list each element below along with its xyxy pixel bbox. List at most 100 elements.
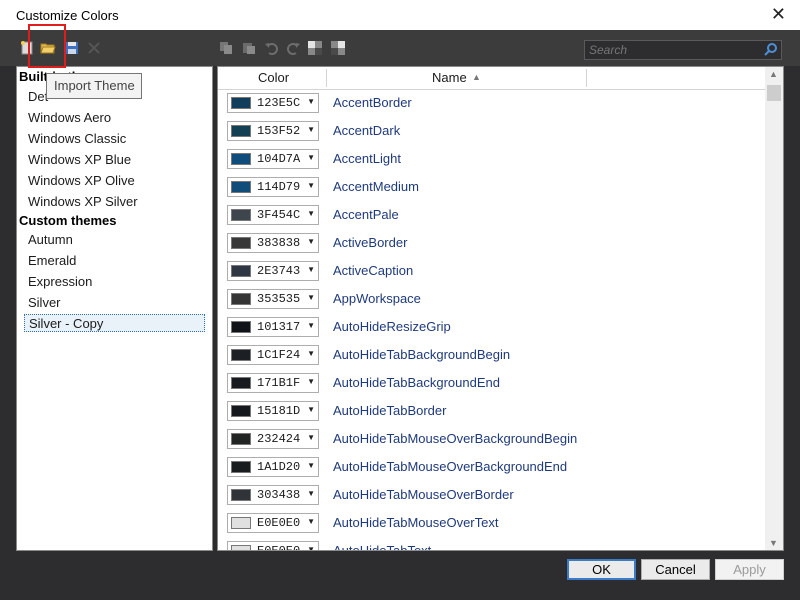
theme-item-expression[interactable]: Expression	[28, 274, 92, 289]
theme-item-windows-classic[interactable]: Windows Classic	[28, 131, 126, 146]
custom-themes-header: Custom themes	[19, 213, 117, 228]
undo-icon[interactable]	[263, 39, 281, 57]
table-row[interactable]: 104D7A ▼ AccentLight	[218, 145, 765, 173]
table-row[interactable]: 353535 ▼ AppWorkspace	[218, 285, 765, 313]
table-row[interactable]: 1C1F24 ▼ AutoHideTabBackgroundBegin	[218, 341, 765, 369]
chevron-down-icon[interactable]: ▼	[307, 377, 315, 386]
search-icon[interactable]	[764, 42, 778, 59]
chevron-down-icon[interactable]: ▼	[307, 237, 315, 246]
color-hex-value: 153F52	[257, 124, 301, 138]
table-row[interactable]: 3F454C ▼ AccentPale	[218, 201, 765, 229]
color-picker-dropdown[interactable]: 303438 ▼	[227, 485, 319, 505]
column-divider[interactable]	[586, 69, 587, 87]
theme-item-emerald[interactable]: Emerald	[28, 253, 76, 268]
name-column-header[interactable]: Name	[432, 70, 467, 85]
dark-layout-icon[interactable]	[306, 39, 324, 57]
color-picker-dropdown[interactable]: 114D79 ▼	[227, 177, 319, 197]
theme-item-windows-aero[interactable]: Windows Aero	[28, 110, 111, 125]
copy-icon[interactable]	[217, 39, 235, 57]
theme-item-windows-xp-silver[interactable]: Windows XP Silver	[28, 194, 138, 209]
chevron-down-icon[interactable]: ▼	[307, 265, 315, 274]
theme-item-windows-xp-olive[interactable]: Windows XP Olive	[28, 173, 135, 188]
color-hex-value: E0E0E0	[257, 544, 301, 551]
table-header: Color Name ▲	[218, 67, 765, 90]
color-picker-dropdown[interactable]: 2E3743 ▼	[227, 261, 319, 281]
color-name: AccentLight	[333, 151, 401, 166]
color-picker-dropdown[interactable]: 353535 ▼	[227, 289, 319, 309]
search-box[interactable]	[584, 40, 782, 60]
table-row[interactable]: E0E0E0 ▼ AutoHideTabMouseOverText	[218, 509, 765, 537]
chevron-down-icon[interactable]: ▼	[307, 125, 315, 134]
theme-item-windows-xp-blue[interactable]: Windows XP Blue	[28, 152, 131, 167]
chevron-down-icon[interactable]: ▼	[307, 293, 315, 302]
redo-icon[interactable]	[284, 39, 302, 57]
color-hex-value: 353535	[257, 292, 301, 306]
chevron-down-icon[interactable]: ▼	[307, 433, 315, 442]
paste-icon[interactable]	[240, 39, 258, 57]
color-picker-dropdown[interactable]: 101317 ▼	[227, 317, 319, 337]
color-swatch	[231, 265, 251, 277]
color-hex-value: 171B1F	[257, 376, 301, 390]
table-row[interactable]: 101317 ▼ AutoHideResizeGrip	[218, 313, 765, 341]
color-swatch	[231, 293, 251, 305]
color-picker-dropdown[interactable]: 1A1D20 ▼	[227, 457, 319, 477]
chevron-down-icon[interactable]: ▼	[307, 349, 315, 358]
chevron-down-icon[interactable]: ▼	[307, 461, 315, 470]
column-divider[interactable]	[326, 69, 327, 87]
table-row[interactable]: 123E5C ▼ AccentBorder	[218, 89, 765, 117]
color-name: AccentMedium	[333, 179, 419, 194]
chevron-down-icon[interactable]: ▼	[307, 545, 315, 550]
color-picker-dropdown[interactable]: E0E0E0 ▼	[227, 513, 319, 533]
chevron-down-icon[interactable]: ▼	[307, 405, 315, 414]
search-input[interactable]	[585, 41, 763, 59]
color-picker-dropdown[interactable]: 123E5C ▼	[227, 93, 319, 113]
chevron-down-icon[interactable]: ▼	[307, 181, 315, 190]
theme-item-silver[interactable]: Silver	[28, 295, 61, 310]
theme-item-autumn[interactable]: Autumn	[28, 232, 73, 247]
chevron-down-icon[interactable]: ▼	[307, 97, 315, 106]
color-picker-dropdown[interactable]: 104D7A ▼	[227, 149, 319, 169]
color-name: AutoHideTabMouseOverBackgroundBegin	[333, 431, 578, 446]
color-picker-dropdown[interactable]: 3F454C ▼	[227, 205, 319, 225]
delete-theme-icon[interactable]	[85, 39, 103, 57]
color-picker-dropdown[interactable]: E0E0E0 ▼	[227, 541, 319, 551]
chevron-down-icon[interactable]: ▼	[307, 153, 315, 162]
table-row[interactable]: 153F52 ▼ AccentDark	[218, 117, 765, 145]
color-picker-dropdown[interactable]: 171B1F ▼	[227, 373, 319, 393]
color-picker-dropdown[interactable]: 232424 ▼	[227, 429, 319, 449]
table-row[interactable]: E0E0E0 ▼ AutoHideTabText	[218, 537, 765, 551]
light-layout-icon[interactable]	[329, 39, 347, 57]
table-row[interactable]: 15181D ▼ AutoHideTabBorder	[218, 397, 765, 425]
scroll-down-icon[interactable]: ▼	[769, 538, 778, 548]
color-swatch	[231, 181, 251, 193]
color-column-header[interactable]: Color	[258, 70, 289, 85]
vertical-scrollbar[interactable]: ▲ ▼	[765, 67, 783, 550]
table-row[interactable]: 232424 ▼ AutoHideTabMouseOverBackgroundBeg…	[218, 425, 765, 453]
close-icon[interactable]: ✕	[771, 4, 786, 25]
scroll-up-icon[interactable]: ▲	[769, 69, 778, 79]
table-row[interactable]: 114D79 ▼ AccentMedium	[218, 173, 765, 201]
ok-button[interactable]: OK	[567, 559, 636, 580]
color-picker-dropdown[interactable]: 383838 ▼	[227, 233, 319, 253]
theme-item-silver-copy[interactable]: Silver - Copy	[24, 314, 205, 332]
chevron-down-icon[interactable]: ▼	[307, 517, 315, 526]
table-row[interactable]: 1A1D20 ▼ AutoHideTabMouseOverBackgroundEnd	[218, 453, 765, 481]
chevron-down-icon[interactable]: ▼	[307, 489, 315, 498]
table-row[interactable]: 303438 ▼ AutoHideTabMouseOverBorder	[218, 481, 765, 509]
color-name: AutoHideTabBorder	[333, 403, 447, 418]
chevron-down-icon[interactable]: ▼	[307, 209, 315, 218]
color-picker-dropdown[interactable]: 15181D ▼	[227, 401, 319, 421]
color-swatch	[231, 433, 251, 445]
color-name: ActiveCaption	[333, 263, 414, 278]
apply-button[interactable]: Apply	[715, 559, 784, 580]
table-row[interactable]: 171B1F ▼ AutoHideTabBackgroundEnd	[218, 369, 765, 397]
table-row[interactable]: 2E3743 ▼ ActiveCaption	[218, 257, 765, 285]
color-hex-value: 15181D	[257, 404, 301, 418]
cancel-button[interactable]: Cancel	[641, 559, 710, 580]
color-picker-dropdown[interactable]: 153F52 ▼	[227, 121, 319, 141]
chevron-down-icon[interactable]: ▼	[307, 321, 315, 330]
table-row[interactable]: 383838 ▼ ActiveBorder	[218, 229, 765, 257]
scroll-thumb[interactable]	[767, 85, 781, 101]
color-picker-dropdown[interactable]: 1C1F24 ▼	[227, 345, 319, 365]
color-swatch	[231, 349, 251, 361]
